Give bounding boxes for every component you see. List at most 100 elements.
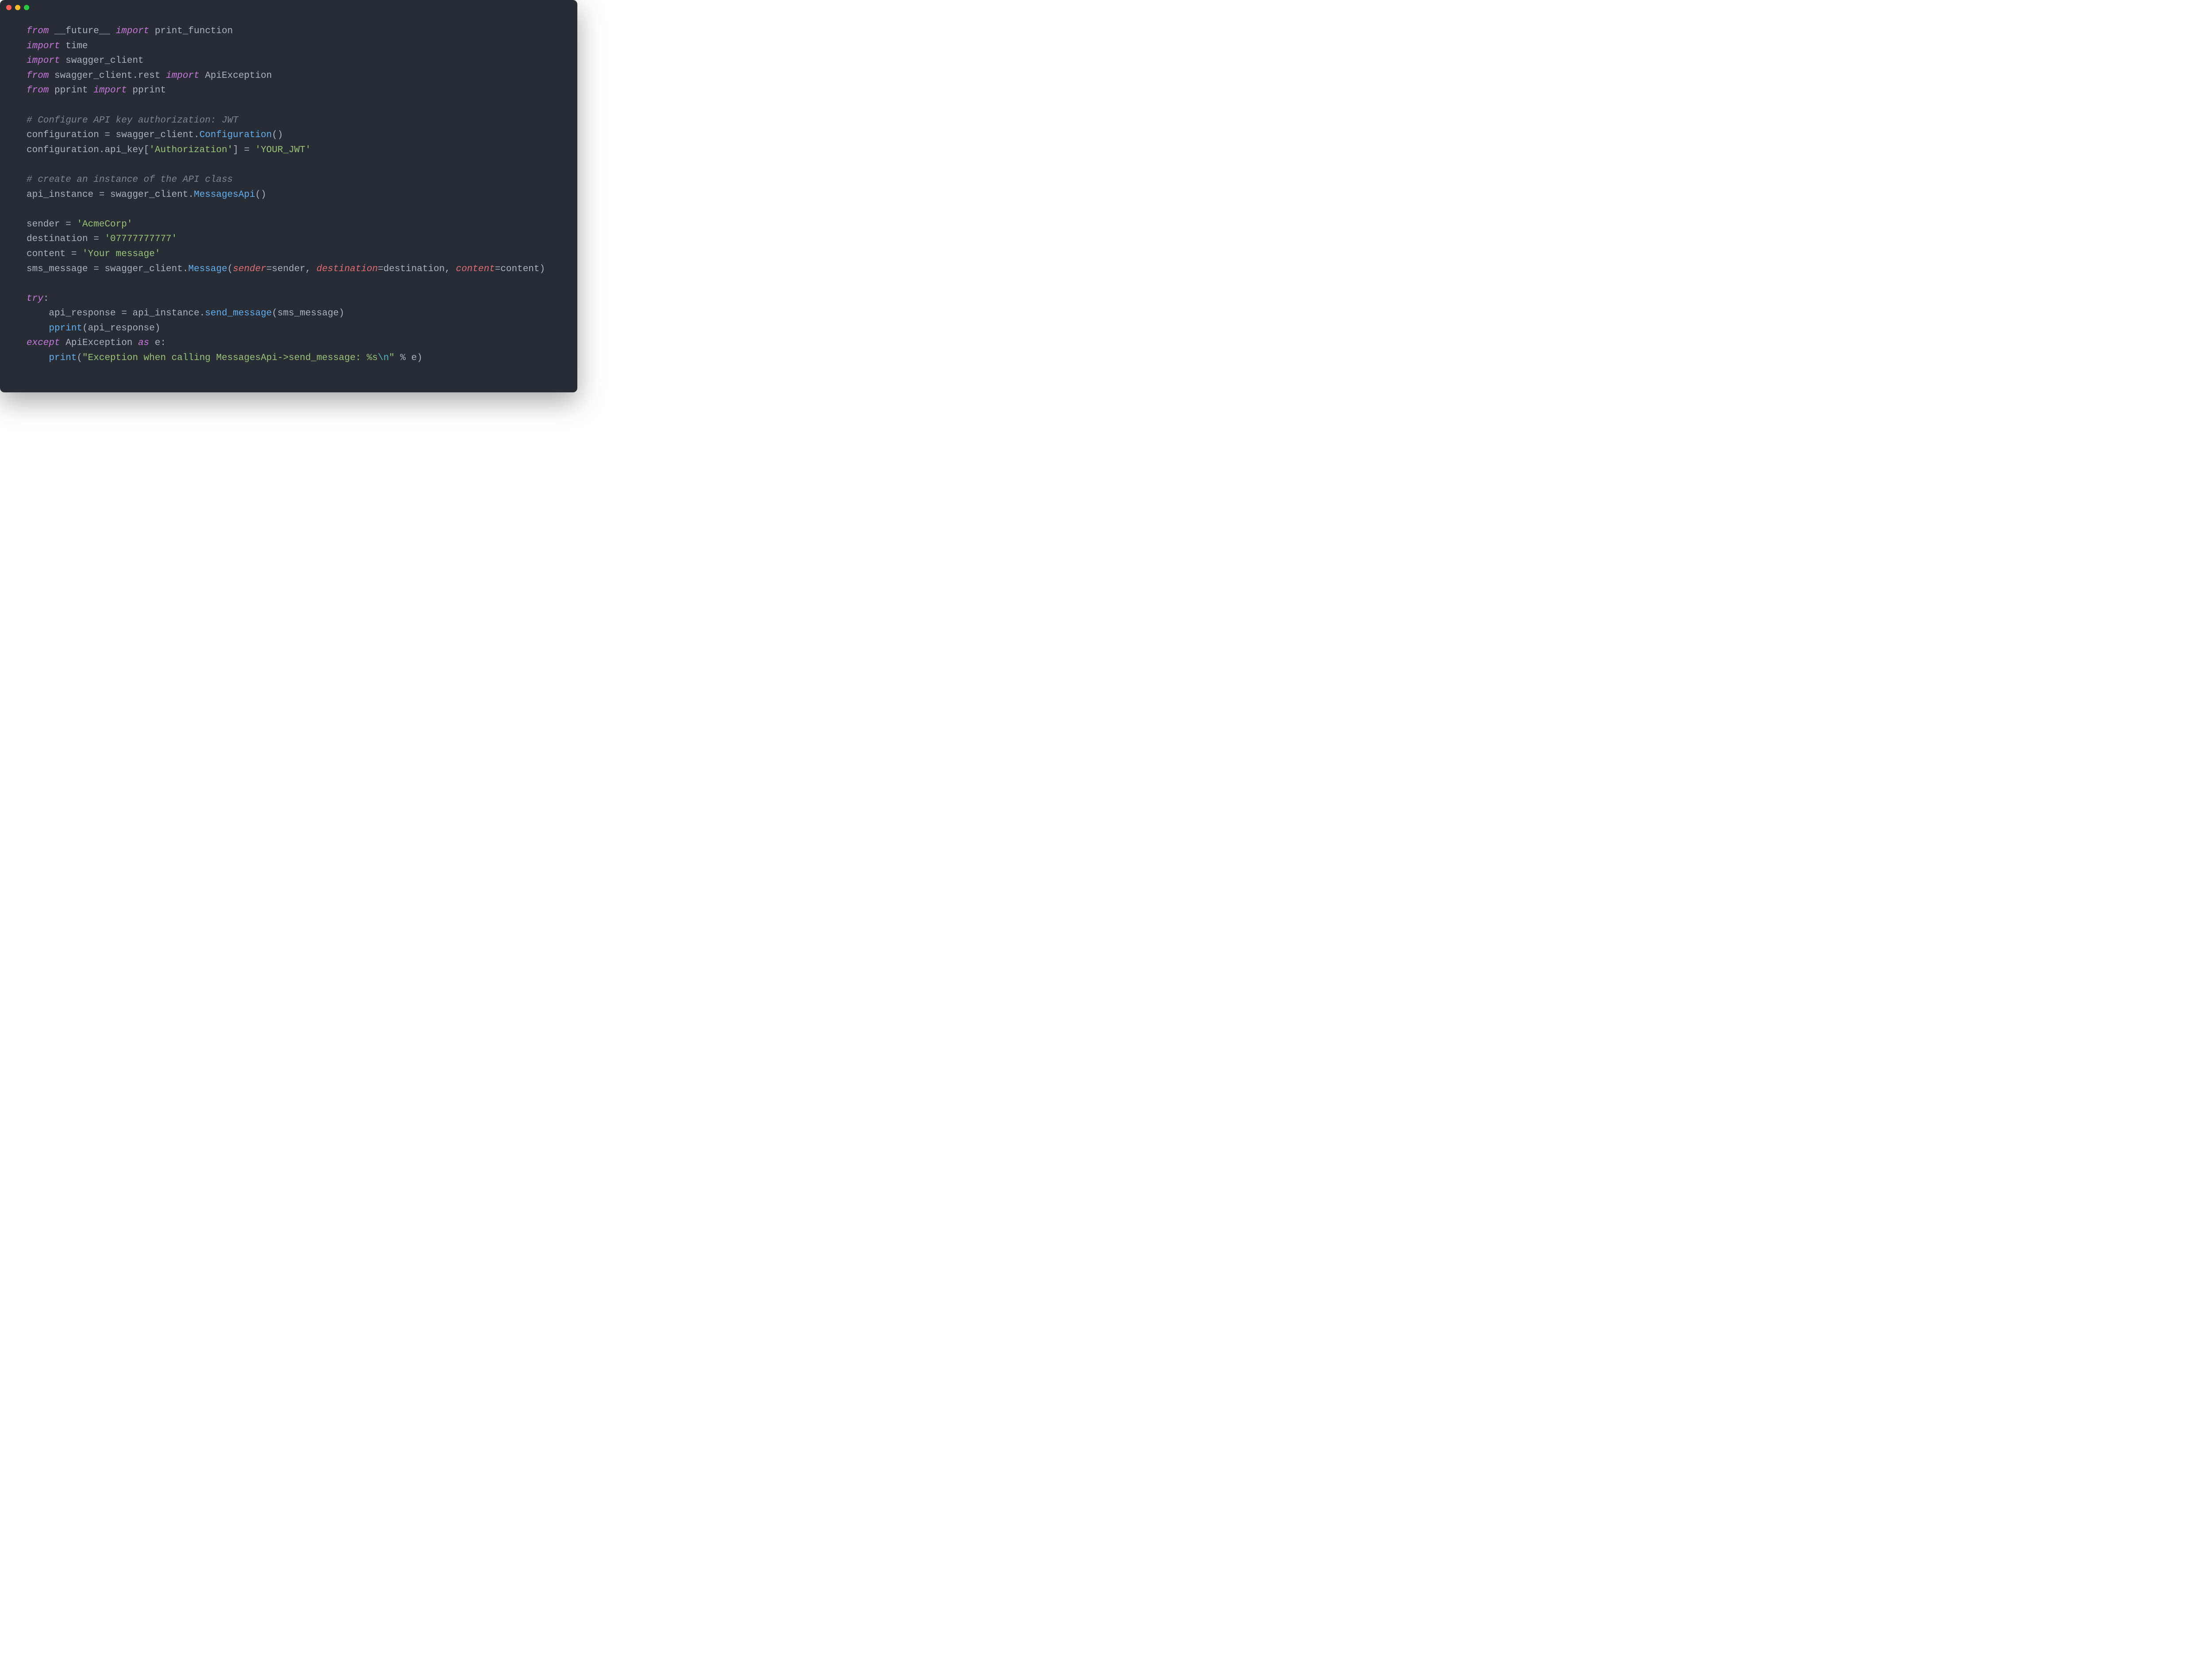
id-pprint-fn: pprint bbox=[133, 85, 166, 96]
id-content: content bbox=[500, 264, 539, 274]
pct-e: % e bbox=[395, 353, 417, 363]
id-api-key: api_key bbox=[104, 145, 143, 155]
id-swagger-client: swagger_client bbox=[65, 56, 143, 66]
id-pprint-mod: pprint bbox=[54, 85, 88, 96]
comma: , bbox=[445, 264, 456, 274]
id-sms-message: sms_message bbox=[277, 308, 339, 318]
op-dot: . bbox=[183, 264, 188, 274]
fn-send-message: send_message bbox=[205, 308, 272, 318]
str-your-jwt: 'YOUR_JWT' bbox=[255, 145, 311, 155]
kw-from: from bbox=[27, 85, 49, 96]
lparen: ( bbox=[272, 308, 278, 318]
op-eq: = bbox=[93, 190, 110, 200]
parens: () bbox=[272, 130, 283, 140]
kwarg-destination: destination bbox=[316, 264, 378, 274]
kw-import: import bbox=[116, 26, 150, 36]
op-eq: = bbox=[88, 234, 105, 244]
lparen: ( bbox=[77, 353, 82, 363]
op-eq: = bbox=[60, 219, 77, 230]
fn-print: print bbox=[49, 353, 77, 363]
op-eq: = bbox=[88, 264, 105, 274]
lparen: ( bbox=[227, 264, 233, 274]
titlebar bbox=[0, 0, 577, 15]
id-time: time bbox=[65, 41, 88, 51]
kw-from: from bbox=[27, 26, 49, 36]
eq-ns: = bbox=[495, 264, 501, 274]
id-e: e bbox=[155, 338, 161, 348]
id-swagger-client: swagger_client bbox=[110, 190, 188, 200]
comment-create-instance: # create an instance of the API class bbox=[27, 175, 233, 185]
str-acmecorp: 'AcmeCorp' bbox=[77, 219, 132, 230]
code-block: from __future__ import print_function im… bbox=[0, 15, 577, 370]
id-configuration: configuration bbox=[27, 130, 99, 140]
str-exception-post: " bbox=[389, 353, 395, 363]
id-api-response: api_response bbox=[49, 308, 115, 318]
op-eq: = bbox=[65, 249, 82, 259]
indent bbox=[27, 353, 49, 363]
zoom-icon[interactable] bbox=[24, 5, 29, 10]
op-dot: . bbox=[200, 308, 205, 318]
eq-ns: = bbox=[378, 264, 384, 274]
comma: , bbox=[305, 264, 316, 274]
op-eq: = bbox=[238, 145, 255, 155]
indent bbox=[27, 323, 49, 334]
rparen: ) bbox=[417, 353, 422, 363]
str-phone: '07777777777' bbox=[104, 234, 177, 244]
kw-as: as bbox=[138, 338, 149, 348]
parens: () bbox=[255, 190, 266, 200]
id-api-instance: api_instance bbox=[27, 190, 93, 200]
id-configuration: configuration bbox=[27, 145, 99, 155]
str-exception-pre: "Exception when calling MessagesApi->sen… bbox=[82, 353, 378, 363]
str-authorization: 'Authorization' bbox=[149, 145, 233, 155]
id-destination: destination bbox=[27, 234, 88, 244]
id-content: content bbox=[27, 249, 65, 259]
eq-ns: = bbox=[266, 264, 272, 274]
str-your-message: 'Your message' bbox=[82, 249, 160, 259]
id-future: __future__ bbox=[54, 26, 110, 36]
lbrack: [ bbox=[144, 145, 150, 155]
id-apiexception: ApiException bbox=[65, 338, 132, 348]
comment-configure: # Configure API key authorization: JWT bbox=[27, 115, 238, 126]
op-eq: = bbox=[99, 130, 116, 140]
kw-import: import bbox=[27, 41, 60, 51]
id-sender: sender bbox=[27, 219, 60, 230]
op-dot: . bbox=[99, 145, 105, 155]
id-sender: sender bbox=[272, 264, 306, 274]
kwarg-content: content bbox=[456, 264, 495, 274]
rparen: ) bbox=[339, 308, 345, 318]
fn-pprint: pprint bbox=[49, 323, 82, 334]
id-apiexception: ApiException bbox=[205, 71, 272, 81]
kw-import: import bbox=[166, 71, 200, 81]
colon: : bbox=[43, 294, 49, 304]
fn-configuration: Configuration bbox=[200, 130, 272, 140]
rbrack: ] bbox=[233, 145, 238, 155]
id-swagger-client-rest: swagger_client.rest bbox=[54, 71, 160, 81]
id-api-response: api_response bbox=[88, 323, 155, 334]
close-icon[interactable] bbox=[6, 5, 12, 10]
op-dot: . bbox=[188, 190, 194, 200]
fn-messagesapi: MessagesApi bbox=[194, 190, 255, 200]
fn-message: Message bbox=[188, 264, 227, 274]
id-print-function: print_function bbox=[155, 26, 233, 36]
minimize-icon[interactable] bbox=[15, 5, 20, 10]
rparen: ) bbox=[155, 323, 161, 334]
code-window: from __future__ import print_function im… bbox=[0, 0, 577, 392]
kwarg-sender: sender bbox=[233, 264, 266, 274]
op-eq: = bbox=[116, 308, 133, 318]
escape-n: \n bbox=[378, 353, 389, 363]
id-sms-message: sms_message bbox=[27, 264, 88, 274]
kw-except: except bbox=[27, 338, 60, 348]
lparen: ( bbox=[82, 323, 88, 334]
kw-import: import bbox=[93, 85, 127, 96]
kw-import: import bbox=[27, 56, 60, 66]
id-destination: destination bbox=[384, 264, 445, 274]
op-dot: . bbox=[194, 130, 200, 140]
rparen: ) bbox=[540, 264, 545, 274]
id-api-instance: api_instance bbox=[132, 308, 199, 318]
kw-from: from bbox=[27, 71, 49, 81]
colon: : bbox=[161, 338, 166, 348]
kw-try: try bbox=[27, 294, 43, 304]
id-swagger-client: swagger_client bbox=[104, 264, 182, 274]
indent bbox=[27, 308, 49, 318]
id-swagger-client: swagger_client bbox=[116, 130, 194, 140]
